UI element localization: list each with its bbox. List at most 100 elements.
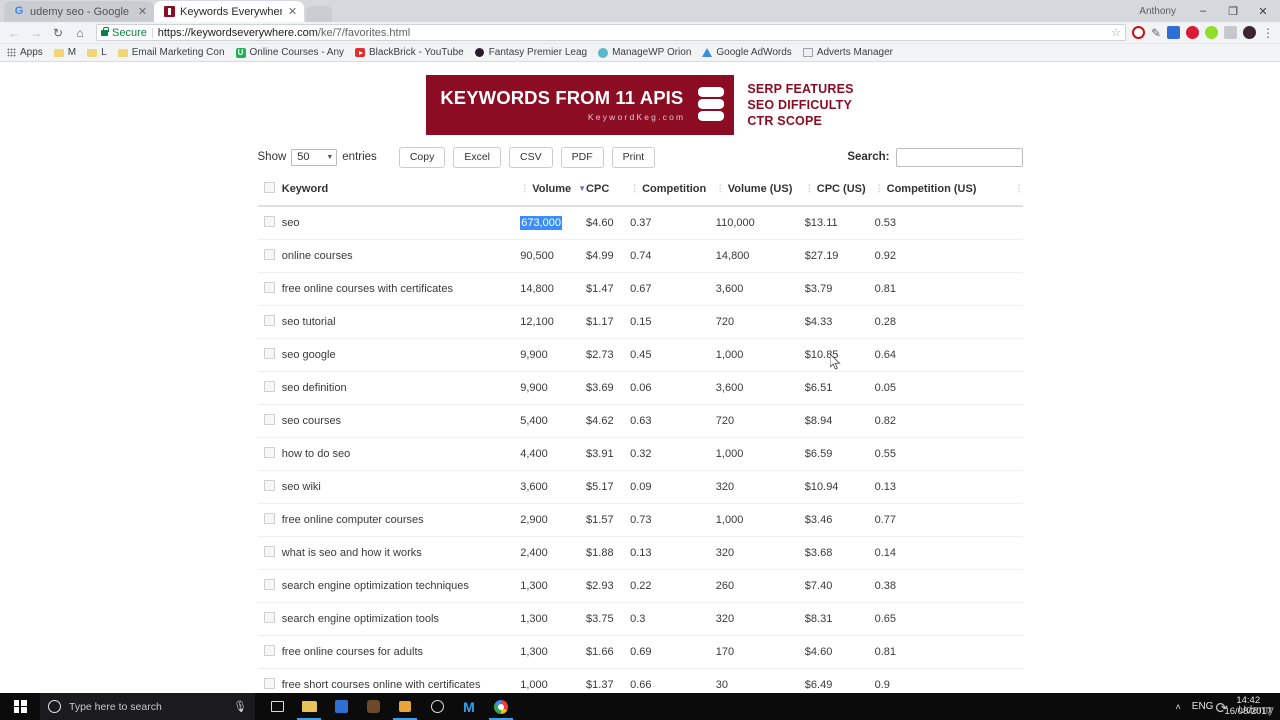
- bookmark-google-adwords[interactable]: Google AdWords: [702, 47, 792, 58]
- bookmark-email-marketing[interactable]: Email Marketing Con: [117, 47, 225, 58]
- tab-close-icon[interactable]: ✕: [137, 5, 148, 18]
- table-row[interactable]: free short courses online with certifica…: [257, 668, 1023, 693]
- table-row[interactable]: seo definition 9,900 $3.69 0.06 3,600 $6.51 0.…: [257, 371, 1023, 405]
- minimize-button[interactable]: –: [1188, 0, 1218, 22]
- cell-competition[interactable]: 0.22: [630, 569, 716, 603]
- owl-app-icon[interactable]: [357, 693, 389, 720]
- row-checkbox[interactable]: [263, 446, 275, 458]
- table-row[interactable]: free online courses with certificates 14,…: [257, 272, 1023, 306]
- close-window-button[interactable]: ✕: [1248, 0, 1278, 22]
- cell-cpc[interactable]: $4.60: [586, 205, 631, 240]
- cell-competition[interactable]: 0.09: [630, 470, 716, 504]
- movie-maker-icon[interactable]: M: [453, 693, 485, 720]
- cell-competition-us[interactable]: 0.05: [874, 371, 1023, 405]
- header-competition-us[interactable]: ⋮ Competition (US) ⋮: [874, 181, 1023, 207]
- bookmark-adverts-manager[interactable]: Adverts Manager: [802, 47, 893, 58]
- cell-cpc-us[interactable]: $6.51: [804, 371, 875, 405]
- cell-competition-us[interactable]: 0.92: [874, 239, 1023, 273]
- cell-competition-us[interactable]: 0.81: [874, 272, 1023, 306]
- cell-competition[interactable]: 0.67: [630, 272, 716, 306]
- cell-volume[interactable]: 673,000: [520, 205, 587, 240]
- show-hidden-icons-icon[interactable]: ˄: [1176, 702, 1181, 712]
- cell-competition-us[interactable]: 0.82: [874, 404, 1023, 438]
- cell-volume-us[interactable]: 3,600: [715, 272, 805, 306]
- bookmark-m[interactable]: M: [53, 47, 76, 58]
- tab-udemy-seo-google-search[interactable]: G udemy seo - Google Sea ✕: [4, 1, 154, 22]
- cell-volume[interactable]: 1,300: [520, 602, 587, 636]
- cell-keyword[interactable]: seo courses: [281, 404, 521, 438]
- reload-icon[interactable]: ↻: [48, 26, 68, 40]
- cell-cpc[interactable]: $2.73: [586, 338, 631, 372]
- cell-volume-us[interactable]: 170: [715, 635, 805, 669]
- cell-competition[interactable]: 0.13: [630, 536, 716, 570]
- amber-app-icon[interactable]: [389, 693, 421, 720]
- cell-volume-us[interactable]: 1,000: [715, 437, 805, 471]
- pdf-button[interactable]: PDF: [560, 147, 604, 168]
- bookmark-fantasy-premier-league[interactable]: Fantasy Premier Leag: [475, 47, 587, 58]
- row-select-cell[interactable]: [257, 668, 282, 693]
- row-select-cell[interactable]: [257, 239, 282, 273]
- row-select-cell[interactable]: [257, 569, 282, 603]
- cell-volume[interactable]: 3,600: [520, 470, 587, 504]
- cell-volume-us[interactable]: 320: [715, 470, 805, 504]
- cell-keyword[interactable]: seo tutorial: [281, 305, 521, 339]
- file-explorer-icon[interactable]: [293, 693, 325, 720]
- cell-competition[interactable]: 0.15: [630, 305, 716, 339]
- cell-keyword[interactable]: search engine optimization tools: [281, 602, 521, 636]
- header-volume[interactable]: ⋮ Volume ▼: [520, 181, 587, 207]
- cell-cpc[interactable]: $1.47: [586, 272, 631, 306]
- header-cpc-us[interactable]: ⋮ CPC (US): [804, 181, 875, 207]
- cell-volume-us[interactable]: 720: [715, 305, 805, 339]
- cell-cpc-us[interactable]: $3.79: [804, 272, 875, 306]
- row-checkbox[interactable]: [263, 380, 275, 392]
- keywordkeg-banner[interactable]: KEYWORDS FROM 11 APIS KeywordKeg.com SER…: [426, 75, 853, 135]
- cell-keyword[interactable]: online courses: [281, 239, 521, 273]
- excel-button[interactable]: Excel: [453, 147, 502, 168]
- cell-competition[interactable]: 0.45: [630, 338, 716, 372]
- cell-keyword[interactable]: what is seo and how it works: [281, 536, 521, 570]
- cell-volume[interactable]: 2,900: [520, 503, 587, 537]
- opera-extension-icon[interactable]: [1131, 26, 1145, 39]
- cell-volume[interactable]: 1,000: [520, 668, 587, 693]
- cell-cpc-us[interactable]: $13.11: [804, 205, 875, 240]
- header-volume-us[interactable]: ⋮ Volume (US): [715, 181, 805, 207]
- cell-competition-us[interactable]: 0.14: [874, 536, 1023, 570]
- row-checkbox[interactable]: [263, 215, 275, 227]
- copy-button[interactable]: Copy: [398, 147, 446, 168]
- cell-cpc[interactable]: $4.62: [586, 404, 631, 438]
- chrome-menu-icon[interactable]: ⋮: [1262, 26, 1274, 40]
- row-select-cell[interactable]: [257, 437, 282, 471]
- row-select-cell[interactable]: [257, 305, 282, 339]
- table-row[interactable]: how to do seo 4,400 $3.91 0.32 1,000 $6.59 0.5…: [257, 437, 1023, 471]
- table-row[interactable]: search engine optimization techniques 1,3…: [257, 569, 1023, 603]
- cell-cpc-us[interactable]: $6.49: [804, 668, 875, 693]
- row-select-cell[interactable]: [257, 602, 282, 636]
- cell-cpc-us[interactable]: $10.94: [804, 470, 875, 504]
- cell-competition[interactable]: 0.66: [630, 668, 716, 693]
- row-checkbox[interactable]: [263, 281, 275, 293]
- cell-cpc-us[interactable]: $4.60: [804, 635, 875, 669]
- table-row[interactable]: what is seo and how it works 2,400 $1.88 0.…: [257, 536, 1023, 570]
- cell-volume[interactable]: 1,300: [520, 635, 587, 669]
- cell-competition-us[interactable]: 0.81: [874, 635, 1023, 669]
- cell-volume-us[interactable]: 3,600: [715, 371, 805, 405]
- row-select-cell[interactable]: [257, 635, 282, 669]
- dark-extension-icon[interactable]: [1243, 26, 1256, 39]
- cell-competition-us[interactable]: 0.9: [874, 668, 1023, 693]
- row-checkbox[interactable]: [263, 479, 275, 491]
- cell-competition-us[interactable]: 0.55: [874, 437, 1023, 471]
- cell-cpc[interactable]: $1.88: [586, 536, 631, 570]
- row-checkbox[interactable]: [263, 545, 275, 557]
- cell-volume[interactable]: 12,100: [520, 305, 587, 339]
- cell-competition[interactable]: 0.32: [630, 437, 716, 471]
- select-all-checkbox[interactable]: [263, 181, 275, 193]
- cell-volume[interactable]: 9,900: [520, 371, 587, 405]
- language-indicator[interactable]: ENG: [1192, 701, 1214, 712]
- row-checkbox[interactable]: [263, 314, 275, 326]
- row-checkbox[interactable]: [263, 644, 275, 656]
- cell-keyword[interactable]: how to do seo: [281, 437, 521, 471]
- bookmark-blackbrick-youtube[interactable]: BlackBrick - YouTube: [355, 47, 464, 58]
- cell-volume[interactable]: 14,800: [520, 272, 587, 306]
- row-select-cell[interactable]: [257, 536, 282, 570]
- cell-competition-us[interactable]: 0.77: [874, 503, 1023, 537]
